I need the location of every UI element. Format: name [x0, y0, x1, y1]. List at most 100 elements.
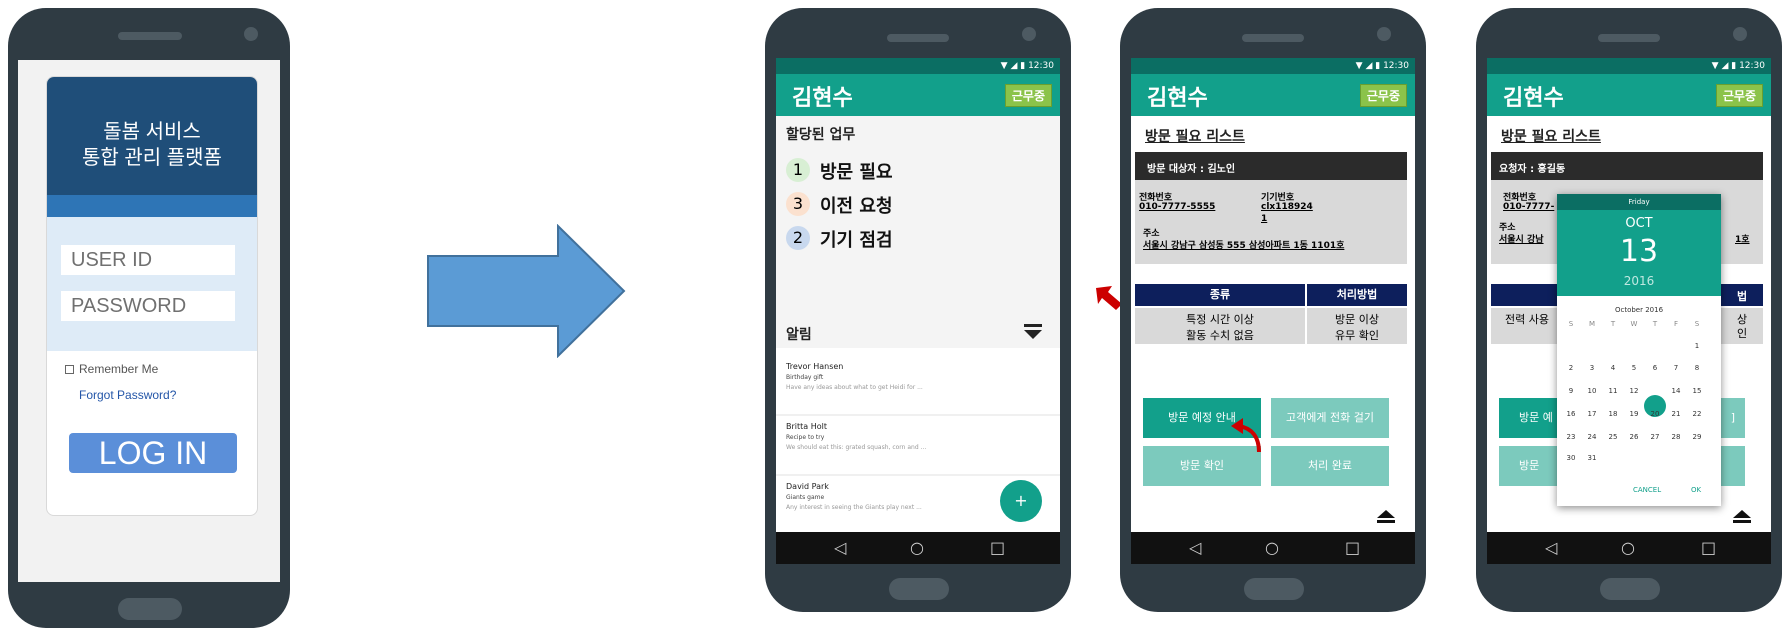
- calendar-day[interactable]: 26: [1626, 433, 1642, 441]
- on-duty-badge[interactable]: 근무중: [1715, 84, 1763, 107]
- cell-type-line1: 특정 시간 이상: [1186, 313, 1254, 326]
- on-duty-badge[interactable]: 근무중: [1004, 84, 1052, 107]
- col-header-type: 종류: [1135, 284, 1305, 306]
- calendar-day[interactable]: 24: [1584, 433, 1600, 441]
- picker-year[interactable]: 2016: [1557, 274, 1721, 288]
- app-bar: 김현수 근무중: [1487, 74, 1771, 116]
- status-bar: ▼ ◢ ▮ 12:30: [776, 58, 1060, 74]
- calendar-day[interactable]: 16: [1563, 410, 1579, 418]
- picker-day[interactable]: 13: [1557, 234, 1721, 269]
- phone-value[interactable]: 010-7777-5555: [1139, 202, 1215, 212]
- alerts-title: 알림: [786, 327, 812, 343]
- phone-camera: [1022, 27, 1036, 41]
- day-header: S: [1694, 320, 1700, 328]
- calendar-day[interactable]: 1: [1689, 342, 1705, 350]
- home-icon[interactable]: ○: [1621, 538, 1635, 557]
- user-id-input[interactable]: USER ID: [61, 245, 235, 275]
- calendar-day[interactable]: 12: [1626, 387, 1642, 395]
- recents-icon[interactable]: □: [1345, 538, 1360, 557]
- calendar-day[interactable]: 31: [1584, 454, 1600, 462]
- col-header-method: 처리방법: [1307, 284, 1407, 306]
- task-item-device[interactable]: 2 기기 점검: [786, 226, 986, 252]
- calendar-day[interactable]: 28: [1668, 433, 1684, 441]
- calendar-day[interactable]: 21: [1668, 410, 1684, 418]
- cell-method-tail-2: 인: [1737, 327, 1748, 340]
- forgot-password-link[interactable]: Forgot Password?: [79, 388, 176, 402]
- calendar-day[interactable]: 10: [1584, 387, 1600, 395]
- home-icon[interactable]: ○: [910, 538, 924, 557]
- task-count-badge: 2: [786, 226, 810, 250]
- remember-label: Remember Me: [79, 362, 159, 376]
- calendar-day[interactable]: 30: [1563, 454, 1579, 462]
- list-item[interactable]: Britta Holt Recipe to try We should eat …: [776, 416, 1060, 474]
- calendar-day[interactable]: 22: [1689, 410, 1705, 418]
- calendar-day[interactable]: 9: [1563, 387, 1579, 395]
- home-icon[interactable]: ○: [1265, 538, 1279, 557]
- device-value: clx118924: [1261, 202, 1313, 212]
- calendar-day[interactable]: 6: [1647, 364, 1663, 372]
- calendar-day[interactable]: 4: [1605, 364, 1621, 372]
- phone-value[interactable]: 010-7777-: [1503, 202, 1554, 212]
- calendar-day[interactable]: 19: [1626, 410, 1642, 418]
- status-time: 12:30: [1739, 61, 1765, 71]
- cell-type: 전력 사용: [1505, 313, 1549, 326]
- task-label: 방문 필요: [820, 162, 893, 183]
- calendar-day[interactable]: 18: [1605, 410, 1621, 418]
- remember-checkbox[interactable]: [65, 365, 74, 374]
- calendar-day[interactable]: 17: [1584, 410, 1600, 418]
- message-preview: Have any ideas about what to get Heidi f…: [786, 384, 923, 391]
- nav-bar: ◁ ○ □: [1487, 532, 1771, 564]
- list-item[interactable]: Trevor Hansen Birthday gift Have any ide…: [776, 356, 1060, 414]
- date-picker-screen: ▼ ◢ ▮ 12:30 김현수 근무중 방문 필요 리스트 요청자 : 홍길동 …: [1487, 58, 1771, 564]
- calendar-day[interactable]: 27: [1647, 433, 1663, 441]
- day-header: M: [1588, 320, 1596, 328]
- picker-month[interactable]: OCT: [1557, 216, 1721, 231]
- nav-bar: ◁ ○ □: [776, 532, 1060, 564]
- recents-icon[interactable]: □: [1701, 538, 1716, 557]
- eject-icon[interactable]: [1731, 510, 1751, 524]
- calendar-day[interactable]: 29: [1689, 433, 1705, 441]
- calendar-day[interactable]: 5: [1626, 364, 1642, 372]
- back-icon[interactable]: ◁: [834, 538, 846, 557]
- list-title: 방문 필요 리스트: [1145, 129, 1245, 145]
- phone-visit-list: ▼ ◢ ▮ 12:30 김현수 근무중 방문 필요 리스트 방문 대상자 : 김…: [1120, 8, 1426, 612]
- day-header: T: [1610, 320, 1616, 328]
- recents-icon[interactable]: □: [990, 538, 1005, 557]
- ok-button[interactable]: OK: [1691, 486, 1701, 494]
- calendar-day[interactable]: 14: [1668, 387, 1684, 395]
- calendar-day[interactable]: 20: [1647, 410, 1663, 418]
- call-customer-button[interactable]: 고객에게 전화 걸기: [1271, 398, 1389, 438]
- task-count-badge: 1: [786, 158, 810, 182]
- calendar-day[interactable]: 2: [1563, 364, 1579, 372]
- password-input[interactable]: PASSWORD: [61, 291, 235, 321]
- task-label: 기기 점검: [820, 230, 893, 251]
- process-complete-button[interactable]: 처리 완료: [1271, 446, 1389, 486]
- requester-header: 요청자 : 홍길동: [1491, 152, 1763, 180]
- task-item-previous[interactable]: 3 이전 요청: [786, 192, 986, 218]
- cancel-button[interactable]: CANCEL: [1633, 486, 1661, 494]
- day-header: F: [1673, 320, 1679, 328]
- compose-fab[interactable]: +: [1000, 480, 1042, 522]
- calendar-day[interactable]: 23: [1563, 433, 1579, 441]
- calendar-day[interactable]: 7: [1668, 364, 1684, 372]
- on-duty-badge[interactable]: 근무중: [1359, 84, 1407, 107]
- filter-icon[interactable]: [1024, 324, 1042, 340]
- eject-icon[interactable]: [1375, 510, 1395, 524]
- calendar-day-selected[interactable]: 13: [1647, 387, 1663, 395]
- login-screen: 돌봄 서비스 통합 관리 플랫폼 USER ID PASSWORD Rememb…: [18, 60, 280, 582]
- picker-weekday-bar: Friday: [1557, 194, 1721, 210]
- calendar-day[interactable]: 15: [1689, 387, 1705, 395]
- visit-list-screen: ▼ ◢ ▮ 12:30 김현수 근무중 방문 필요 리스트 방문 대상자 : 김…: [1131, 58, 1415, 564]
- app-bar: 김현수 근무중: [776, 74, 1060, 116]
- list-title: 방문 필요 리스트: [1501, 129, 1601, 145]
- target-details: 전화번호 010-7777-5555 기기번호 clx118924 1 주소 서…: [1135, 180, 1407, 264]
- back-icon[interactable]: ◁: [1545, 538, 1557, 557]
- calendar-day[interactable]: 11: [1605, 387, 1621, 395]
- calendar-day[interactable]: 25: [1605, 433, 1621, 441]
- back-icon[interactable]: ◁: [1189, 538, 1201, 557]
- calendar-day[interactable]: 8: [1689, 364, 1705, 372]
- calendar-day[interactable]: 3: [1584, 364, 1600, 372]
- login-button[interactable]: LOG IN: [69, 433, 237, 473]
- task-item-visit[interactable]: 1 방문 필요: [786, 158, 986, 184]
- home-button: [118, 598, 182, 620]
